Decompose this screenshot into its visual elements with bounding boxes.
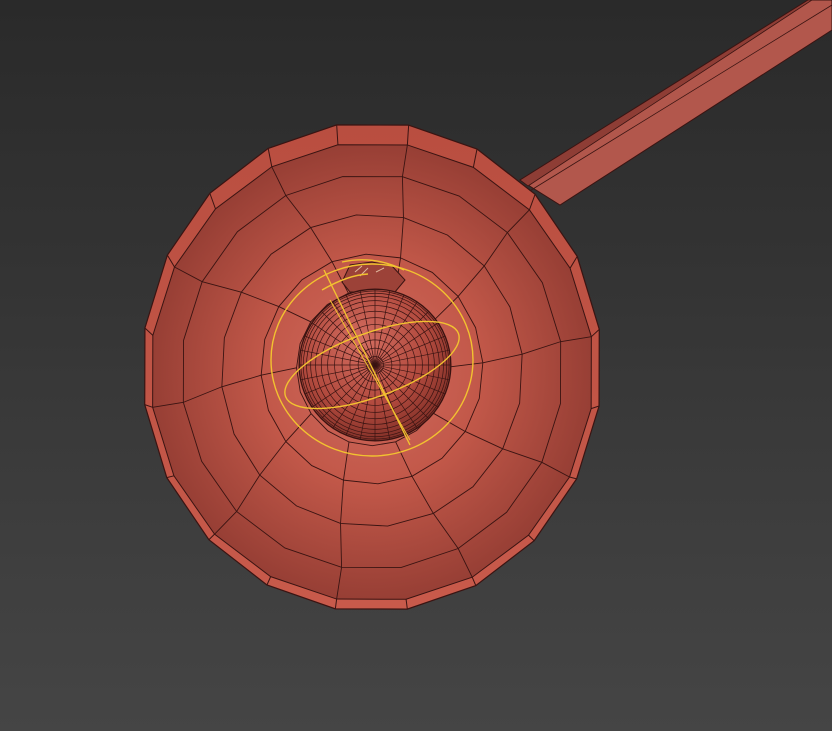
lamp-arm[interactable]	[519, 0, 832, 206]
bulb-wireframe	[299, 289, 451, 441]
viewport-scene[interactable]	[0, 0, 832, 731]
bulb-sphere[interactable]	[298, 288, 452, 442]
3d-viewport[interactable]	[0, 0, 832, 731]
